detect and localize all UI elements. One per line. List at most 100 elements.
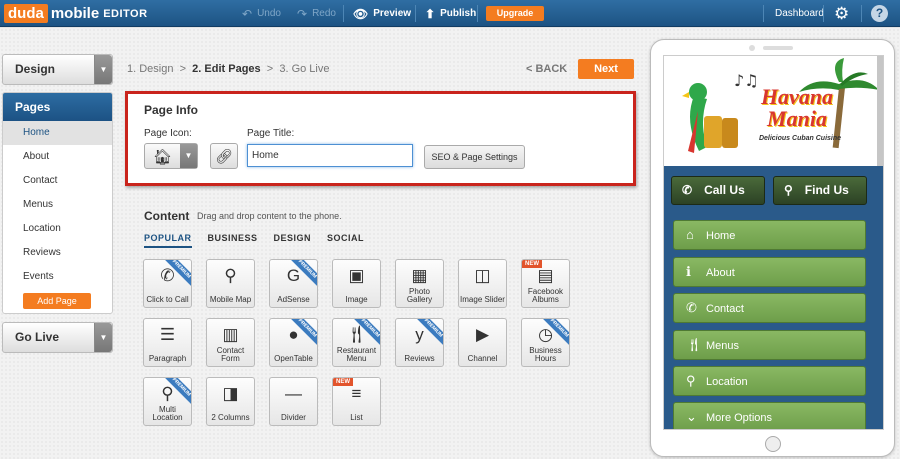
toolbar-divider	[763, 5, 764, 22]
add-page-button[interactable]: Add Page	[23, 293, 91, 309]
phone-menu-label: More Options	[706, 412, 773, 424]
page-icon-selector[interactable]: 🏠︎ ▼	[144, 143, 198, 169]
page-title-input[interactable]: Home	[247, 144, 413, 167]
back-button[interactable]: < BACK	[526, 63, 567, 75]
go-live-dropdown[interactable]: Go Live ▼	[2, 322, 113, 353]
speaker-slot	[763, 46, 793, 50]
sidebar-item-location[interactable]: Location	[3, 217, 112, 241]
publish-button[interactable]: ⬆ Publish	[425, 0, 476, 27]
undo-button[interactable]: ↶ Undo	[242, 0, 281, 27]
design-label: Design	[15, 62, 56, 76]
logo-line2: Mania	[767, 106, 827, 131]
seo-settings-button[interactable]: SEO & Page Settings	[424, 145, 525, 169]
logo-tagline: Delicious Cuban Cuisine	[758, 135, 842, 142]
widget-label: OpenTable	[274, 354, 313, 363]
map-pin-icon: ⚲	[686, 373, 696, 388]
redo-button[interactable]: ↷ Redo	[297, 0, 336, 27]
widget-label: Divider	[281, 413, 306, 422]
go-live-label: Go Live	[15, 330, 60, 344]
widget-facebook-albums[interactable]: ▤ Facebook Albums NEW	[521, 259, 570, 308]
logo-editor-text: EDITOR	[103, 7, 148, 20]
widget-restaurant-menu[interactable]: 🍴︎ Restaurant Menu PREMIUM	[332, 318, 381, 367]
camera-dot	[749, 45, 755, 51]
phone-menu-label: About	[706, 267, 735, 279]
widget-adsense[interactable]: G AdSense PREMIUM	[269, 259, 318, 308]
widget-paragraph[interactable]: ☰ Paragraph	[143, 318, 192, 367]
page-icon-label: Page Icon:	[144, 128, 192, 139]
phone-menu-location[interactable]: ⚲ Location	[673, 366, 866, 396]
widget-label: Business Hours	[529, 346, 562, 363]
tab-design[interactable]: DESIGN	[274, 233, 312, 248]
widget-channel[interactable]: ▶ Channel	[458, 318, 507, 367]
map-pin-icon: ⚲	[784, 183, 793, 197]
gear-icon[interactable]: ⚙	[834, 4, 849, 24]
home-icon: ⌂	[686, 227, 694, 242]
duda-logo: duda mobile EDITOR	[4, 4, 148, 23]
breadcrumb: 1. Design > 2. Edit Pages > 3. Go Live	[127, 63, 329, 75]
tab-business[interactable]: BUSINESS	[208, 233, 258, 248]
step-go-live[interactable]: 3. Go Live	[279, 63, 329, 75]
page-info-panel: Page Info Page Icon: Page Title: 🏠︎ ▼ 🔗︎…	[125, 91, 636, 186]
widget-image-slider[interactable]: ◫ Image Slider	[458, 259, 507, 308]
sidebar-item-menus[interactable]: Menus	[3, 193, 112, 217]
toolbar-divider	[415, 5, 416, 22]
widget-multi-location[interactable]: ⚲ Multi Location PREMIUM	[143, 377, 192, 426]
sidebar-item-home[interactable]: Home	[3, 121, 112, 145]
widget-2-columns[interactable]: ◨ 2 Columns	[206, 377, 255, 426]
widget-reviews[interactable]: y Reviews PREMIUM	[395, 318, 444, 367]
gallery-icon: ▦	[411, 266, 428, 285]
new-badge: NEW	[522, 260, 542, 268]
widget-label: Mobile Map	[209, 295, 252, 304]
design-dropdown[interactable]: Design ▼	[2, 54, 113, 85]
phone-menu-more-options[interactable]: ⌄ More Options	[673, 402, 866, 429]
publish-label: Publish	[440, 8, 477, 19]
preview-button[interactable]: 👁 Preview	[353, 0, 411, 27]
eye-icon: 👁	[353, 6, 369, 21]
content-heading: Content	[144, 209, 190, 223]
call-us-button[interactable]: ✆ Call Us	[671, 176, 765, 205]
widget-image[interactable]: ▣ Image	[332, 259, 381, 308]
fork-knife-icon: 🍴︎	[686, 337, 703, 352]
phone-menu-about[interactable]: ℹ About	[673, 257, 866, 287]
phone-menu-menus[interactable]: 🍴︎ Menus	[673, 330, 866, 360]
widget-opentable[interactable]: ● OpenTable PREMIUM	[269, 318, 318, 367]
dashboard-link[interactable]: Dashboard	[775, 0, 824, 27]
sidebar-item-contact[interactable]: Contact	[3, 169, 112, 193]
find-us-button[interactable]: ⚲ Find Us	[773, 176, 867, 205]
logo-duda-text: duda	[4, 4, 48, 23]
widget-photo-gallery[interactable]: ▦ Photo Gallery	[395, 259, 444, 308]
tab-social[interactable]: SOCIAL	[327, 233, 364, 248]
widget-contact-form[interactable]: ▥ Contact Form	[206, 318, 255, 367]
sidebar-item-events[interactable]: Events	[3, 265, 112, 289]
widget-business-hours[interactable]: ◷ Business Hours PREMIUM	[521, 318, 570, 367]
widget-label: Reviews	[404, 354, 435, 363]
call-us-label: Call Us	[704, 183, 745, 197]
sidebar-item-about[interactable]: About	[3, 145, 112, 169]
next-button[interactable]: Next	[578, 59, 634, 79]
link-icon[interactable]: 🔗︎	[210, 143, 238, 169]
phone-menu-contact[interactable]: ✆ Contact	[673, 293, 866, 323]
widget-list[interactable]: ≡ List NEW	[332, 377, 381, 426]
sidebar-item-reviews[interactable]: Reviews	[3, 241, 112, 265]
widget-divider[interactable]: — Divider	[269, 377, 318, 426]
page-title-label: Page Title:	[247, 128, 295, 139]
widget-click-to-call[interactable]: ✆ Click to Call PREMIUM	[143, 259, 192, 308]
tab-popular[interactable]: POPULAR	[144, 233, 192, 248]
help-icon[interactable]: ?	[871, 5, 888, 22]
havana-mania-logo[interactable]: ♪♫ Havana Mania Delicious Cuban Cuisine	[664, 56, 879, 166]
slider-icon: ◫	[474, 266, 491, 285]
upgrade-button[interactable]: Upgrade	[486, 6, 544, 21]
phone-screen: ♪♫ Havana Mania Delicious Cuban Cuisine …	[663, 55, 884, 430]
redo-icon: ↷	[297, 6, 308, 21]
widget-mobile-map[interactable]: ⚲ Mobile Map	[206, 259, 255, 308]
paragraph-icon: ☰	[159, 325, 176, 344]
chevron-down-icon: ▼	[94, 323, 112, 352]
phone-icon: ✆	[682, 183, 693, 197]
phone-menu-home[interactable]: ⌂ Home	[673, 220, 866, 250]
step-design[interactable]: 1. Design	[127, 63, 173, 75]
widget-label: Channel	[467, 354, 498, 363]
pages-header[interactable]: Pages	[3, 93, 112, 121]
logo-line1: Havana	[760, 84, 834, 109]
logo-mobile-text: mobile	[50, 5, 100, 22]
widget-label: Image Slider	[460, 295, 505, 304]
